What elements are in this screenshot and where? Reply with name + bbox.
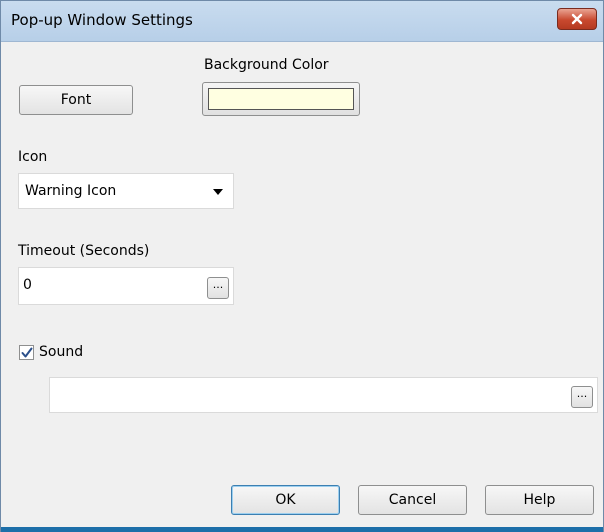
icon-label: Icon bbox=[18, 149, 48, 165]
background-color-button[interactable] bbox=[202, 82, 360, 116]
background-color-swatch bbox=[208, 88, 354, 110]
font-button[interactable]: Font bbox=[19, 85, 133, 115]
cancel-button[interactable]: Cancel bbox=[358, 485, 467, 515]
sound-checkbox[interactable] bbox=[19, 345, 34, 360]
popup-settings-dialog: Pop-up Window Settings Background Color … bbox=[0, 0, 604, 532]
title-bar[interactable]: Pop-up Window Settings bbox=[1, 1, 603, 42]
sound-browse-button[interactable]: ... bbox=[571, 386, 593, 408]
background-color-label: Background Color bbox=[204, 57, 329, 73]
ok-button[interactable]: OK bbox=[231, 485, 340, 515]
timeout-browse-button[interactable]: ... bbox=[207, 277, 229, 299]
sound-file-field[interactable]: ... bbox=[49, 377, 598, 413]
icon-select[interactable]: Warning Icon bbox=[18, 173, 234, 209]
icon-select-value: Warning Icon bbox=[25, 183, 117, 199]
timeout-label: Timeout (Seconds) bbox=[18, 243, 150, 259]
close-button[interactable] bbox=[557, 8, 597, 30]
help-button[interactable]: Help bbox=[485, 485, 594, 515]
window-bottom-border bbox=[1, 527, 603, 532]
sound-label: Sound bbox=[39, 344, 84, 360]
close-icon bbox=[571, 13, 583, 25]
dropdown-arrow-icon bbox=[213, 189, 223, 195]
timeout-field[interactable]: 0 ... bbox=[18, 267, 234, 305]
timeout-value: 0 bbox=[23, 277, 32, 293]
checkmark-icon bbox=[21, 347, 33, 358]
window-title: Pop-up Window Settings bbox=[11, 11, 193, 29]
